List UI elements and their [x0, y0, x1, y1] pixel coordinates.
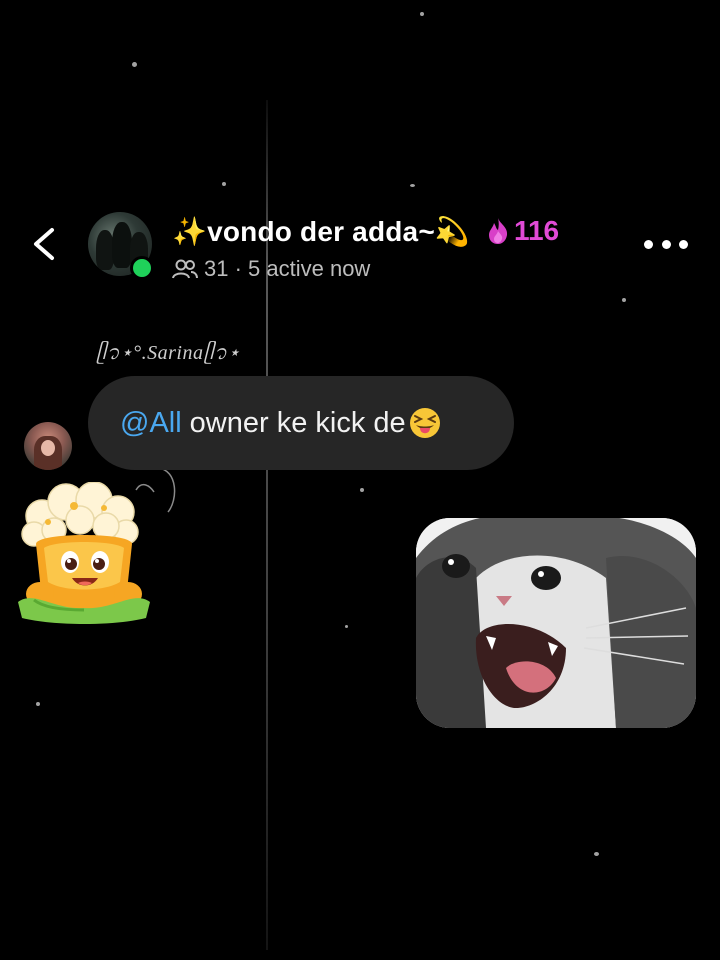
crying-cat-image[interactable]	[416, 518, 696, 728]
dust-speck	[222, 182, 226, 186]
dust-speck	[36, 702, 40, 706]
cat-image-content	[416, 518, 696, 728]
group-title: ✨vondo der adda~💫	[172, 215, 470, 247]
more-dots-icon	[679, 239, 688, 249]
fire-icon	[488, 218, 508, 244]
sender-name: ᥫ᭡⋆°.Sarinaᥫ᭡⋆	[96, 342, 241, 364]
people-icon	[172, 259, 198, 279]
streak-badge: 116	[486, 215, 559, 247]
popcorn-sticker[interactable]	[14, 482, 154, 628]
members-count-text: 31 · 5 active now	[204, 256, 371, 281]
squinting-tongue-emoji-icon	[409, 408, 440, 438]
dust-speck	[594, 852, 599, 856]
group-title-row[interactable]: ✨vondo der adda~💫 116	[172, 212, 559, 250]
dust-speck	[420, 12, 424, 16]
dust-speck	[345, 625, 348, 628]
online-status-indicator	[130, 256, 154, 280]
members-status[interactable]: 31 · 5 active now	[172, 256, 370, 282]
chevron-left-icon	[34, 228, 54, 260]
back-button[interactable]	[26, 224, 66, 264]
chat-screen: ✨vondo der adda~💫 116 31 · 5 active now …	[0, 0, 720, 960]
dust-speck	[410, 184, 415, 187]
dust-speck	[360, 488, 364, 492]
mention-all[interactable]: @All	[120, 407, 182, 440]
dust-speck	[132, 62, 137, 67]
message-bubble[interactable]: @All owner ke kick de	[88, 376, 514, 470]
more-dots-icon	[661, 239, 671, 249]
more-dots-icon	[644, 239, 653, 249]
sender-avatar[interactable]	[24, 422, 72, 470]
streak-count: 116	[513, 215, 560, 246]
more-options-button[interactable]	[644, 234, 688, 254]
message-text: owner ke kick de	[189, 406, 406, 439]
dust-speck	[622, 298, 626, 302]
